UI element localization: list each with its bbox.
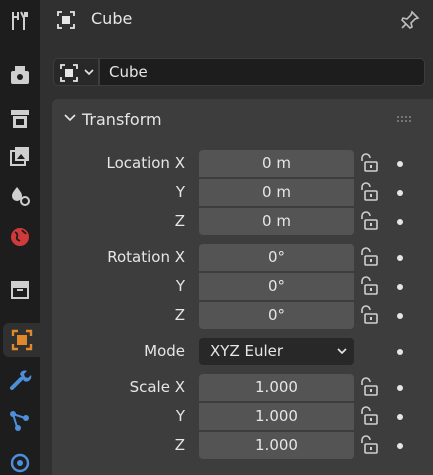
rotation-mode-value: XYZ Euler xyxy=(210,342,284,360)
object-name-row: Cube xyxy=(53,58,425,86)
tab-collection[interactable] xyxy=(0,272,40,306)
chevron-down-icon xyxy=(84,69,94,76)
lock-icon[interactable] xyxy=(359,377,379,397)
location-x-label: Location X xyxy=(106,154,186,172)
lock-icon[interactable] xyxy=(359,182,379,202)
tab-modifier[interactable] xyxy=(0,363,40,397)
tab-world[interactable] xyxy=(0,220,40,254)
modifier-icon xyxy=(10,370,32,390)
rotation-mode-dropdown[interactable]: XYZ Euler xyxy=(199,338,354,365)
pin-icon[interactable] xyxy=(399,9,421,31)
scale-x-row: Scale X 1.000 xyxy=(52,374,433,401)
particles-icon xyxy=(10,411,29,431)
properties-tab-bar xyxy=(0,0,40,475)
collection-icon xyxy=(11,281,29,299)
rotation-z-row: Z 0° xyxy=(52,302,433,329)
tab-render[interactable] xyxy=(0,58,40,92)
rotation-y-row: Y 0° xyxy=(52,273,433,300)
rotation-y-field[interactable]: 0° xyxy=(199,273,354,300)
keyframe-dot[interactable] xyxy=(397,313,403,319)
render-icon xyxy=(11,66,29,84)
keyframe-dot[interactable] xyxy=(397,443,403,449)
keyframe-dot[interactable] xyxy=(397,414,403,420)
location-z-label: Z xyxy=(174,212,185,230)
tab-object[interactable] xyxy=(3,323,40,357)
world-icon xyxy=(11,228,29,246)
scale-y-label: Y xyxy=(175,407,185,425)
physics-icon xyxy=(10,453,30,473)
chevron-down-icon xyxy=(337,348,347,355)
scale-z-field[interactable]: 1.000 xyxy=(199,432,354,459)
rotation-x-row: Rotation X 0° xyxy=(52,244,433,271)
scene-icon xyxy=(12,187,30,206)
keyframe-dot[interactable] xyxy=(397,349,403,355)
location-y-row: Y 0 m xyxy=(52,179,433,206)
chevron-down-icon xyxy=(64,114,76,122)
location-y-label: Y xyxy=(175,183,185,201)
location-x-field[interactable]: 0 m xyxy=(199,150,354,177)
transform-panel-header[interactable]: Transform xyxy=(52,99,433,139)
context-object-name: Cube xyxy=(91,9,133,28)
tab-physics[interactable] xyxy=(0,444,40,475)
lock-icon[interactable] xyxy=(359,153,379,173)
location-z-row: Z 0 m xyxy=(52,208,433,235)
view-layer-icon xyxy=(10,147,29,166)
tool-icon xyxy=(12,11,28,30)
lock-icon[interactable] xyxy=(359,276,379,296)
context-header: Cube xyxy=(40,0,433,40)
scale-x-field[interactable]: 1.000 xyxy=(199,374,354,401)
properties-editor: Cube Cube Transform Location X 0 m Y 0 m… xyxy=(40,0,433,475)
keyframe-dot[interactable] xyxy=(397,219,403,225)
rotation-y-label: Y xyxy=(175,277,185,295)
rotation-x-label: Rotation X xyxy=(107,248,185,266)
scale-y-field[interactable]: 1.000 xyxy=(199,403,354,430)
keyframe-dot[interactable] xyxy=(397,161,403,167)
drag-grip-icon[interactable] xyxy=(397,116,413,122)
lock-icon[interactable] xyxy=(359,406,379,426)
tab-scene[interactable] xyxy=(0,179,40,213)
keyframe-dot[interactable] xyxy=(397,284,403,290)
scale-z-label: Z xyxy=(174,436,185,454)
output-icon xyxy=(11,110,29,128)
transform-panel: Transform Location X 0 m Y 0 m Z 0 m Rot… xyxy=(52,99,433,475)
tab-particles[interactable] xyxy=(0,404,40,438)
rotation-z-field[interactable]: 0° xyxy=(199,302,354,329)
object-data-icon xyxy=(57,11,75,29)
tab-tool[interactable] xyxy=(0,4,40,38)
scale-y-row: Y 1.000 xyxy=(52,403,433,430)
scale-z-row: Z 1.000 xyxy=(52,432,433,459)
lock-icon[interactable] xyxy=(359,305,379,325)
rotation-mode-row: Mode XYZ Euler xyxy=(52,338,433,365)
rotation-mode-label: Mode xyxy=(144,342,185,360)
rotation-z-label: Z xyxy=(174,306,185,324)
keyframe-dot[interactable] xyxy=(397,255,403,261)
tab-output[interactable] xyxy=(0,102,40,136)
keyframe-dot[interactable] xyxy=(397,385,403,391)
scale-x-label: Scale X xyxy=(129,378,185,396)
object-name-field[interactable]: Cube xyxy=(99,58,425,86)
tab-view-layer[interactable] xyxy=(0,139,40,173)
location-y-field[interactable]: 0 m xyxy=(199,179,354,206)
object-browse-button[interactable] xyxy=(53,58,99,86)
lock-icon[interactable] xyxy=(359,247,379,267)
lock-icon[interactable] xyxy=(359,211,379,231)
object-data-icon xyxy=(60,64,78,82)
rotation-x-field[interactable]: 0° xyxy=(199,244,354,271)
panel-title: Transform xyxy=(82,110,162,129)
location-z-field[interactable]: 0 m xyxy=(199,208,354,235)
lock-icon[interactable] xyxy=(359,435,379,455)
location-x-row: Location X 0 m xyxy=(52,150,433,177)
keyframe-dot[interactable] xyxy=(397,190,403,196)
object-icon xyxy=(11,329,32,351)
